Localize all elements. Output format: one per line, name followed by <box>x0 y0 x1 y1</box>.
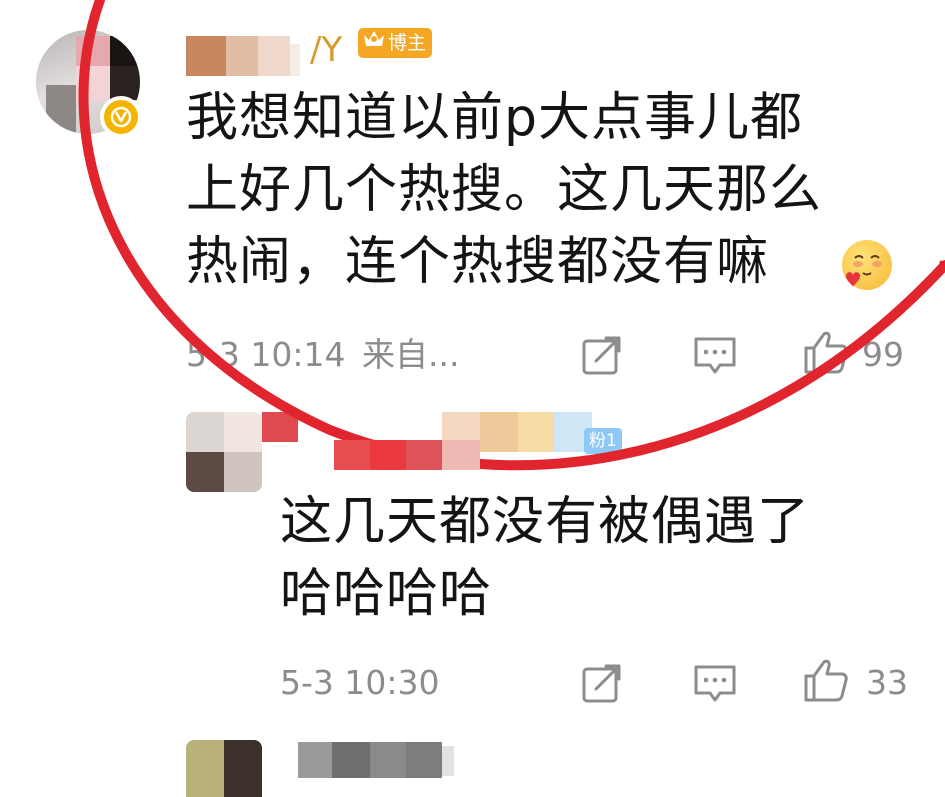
comment-text: 这几天都没有被偶遇了 哈哈哈哈 <box>280 486 810 630</box>
share-icon[interactable] <box>580 661 624 709</box>
share-icon[interactable] <box>580 333 624 381</box>
comment-text: 我想知道以前p大点事儿都 上好几个热搜。这几天那么 热闹，连个热搜都没有嘛 <box>186 82 822 298</box>
blogger-badge: 博主 <box>358 28 433 59</box>
thumbs-up-icon[interactable] <box>802 656 850 708</box>
comment-line: 热闹，连个热搜都没有嘛 <box>186 232 770 292</box>
comment-timestamp: 5-3 10:30 <box>280 663 440 702</box>
verified-v-icon <box>100 96 142 138</box>
username[interactable] <box>298 742 458 778</box>
avatar[interactable] <box>186 412 262 492</box>
username-mosaic-overlay <box>334 440 480 470</box>
comment-section: /Y 博主 我想知道以前p大点事儿都 上好几个热搜。这几天那么 热闹，连个热搜都… <box>0 0 945 797</box>
blogger-badge-label: 博主 <box>388 32 427 54</box>
fans-badge: 粉1 <box>584 428 622 454</box>
username-suffix: /Y <box>310 30 343 70</box>
username[interactable] <box>186 36 306 76</box>
comment-icon[interactable] <box>692 333 738 381</box>
comment-icon[interactable] <box>692 661 738 709</box>
comment-line: 上好几个热搜。这几天那么 <box>186 160 823 220</box>
comment-source[interactable]: 来自... <box>362 335 459 375</box>
avatar[interactable] <box>186 740 262 797</box>
comment-line: 这几天都没有被偶遇了 <box>280 492 811 552</box>
like-count: 99 <box>862 335 904 374</box>
blush-emoji-icon <box>842 240 892 290</box>
thumbs-up-icon[interactable] <box>802 328 850 380</box>
comment-line: 哈哈哈哈 <box>280 564 493 624</box>
crown-icon <box>362 28 386 59</box>
comment-line: 我想知道以前p大点事儿都 <box>186 88 804 148</box>
comment-timestamp: 5-3 10:14 <box>186 335 346 374</box>
like-count: 33 <box>866 663 908 702</box>
